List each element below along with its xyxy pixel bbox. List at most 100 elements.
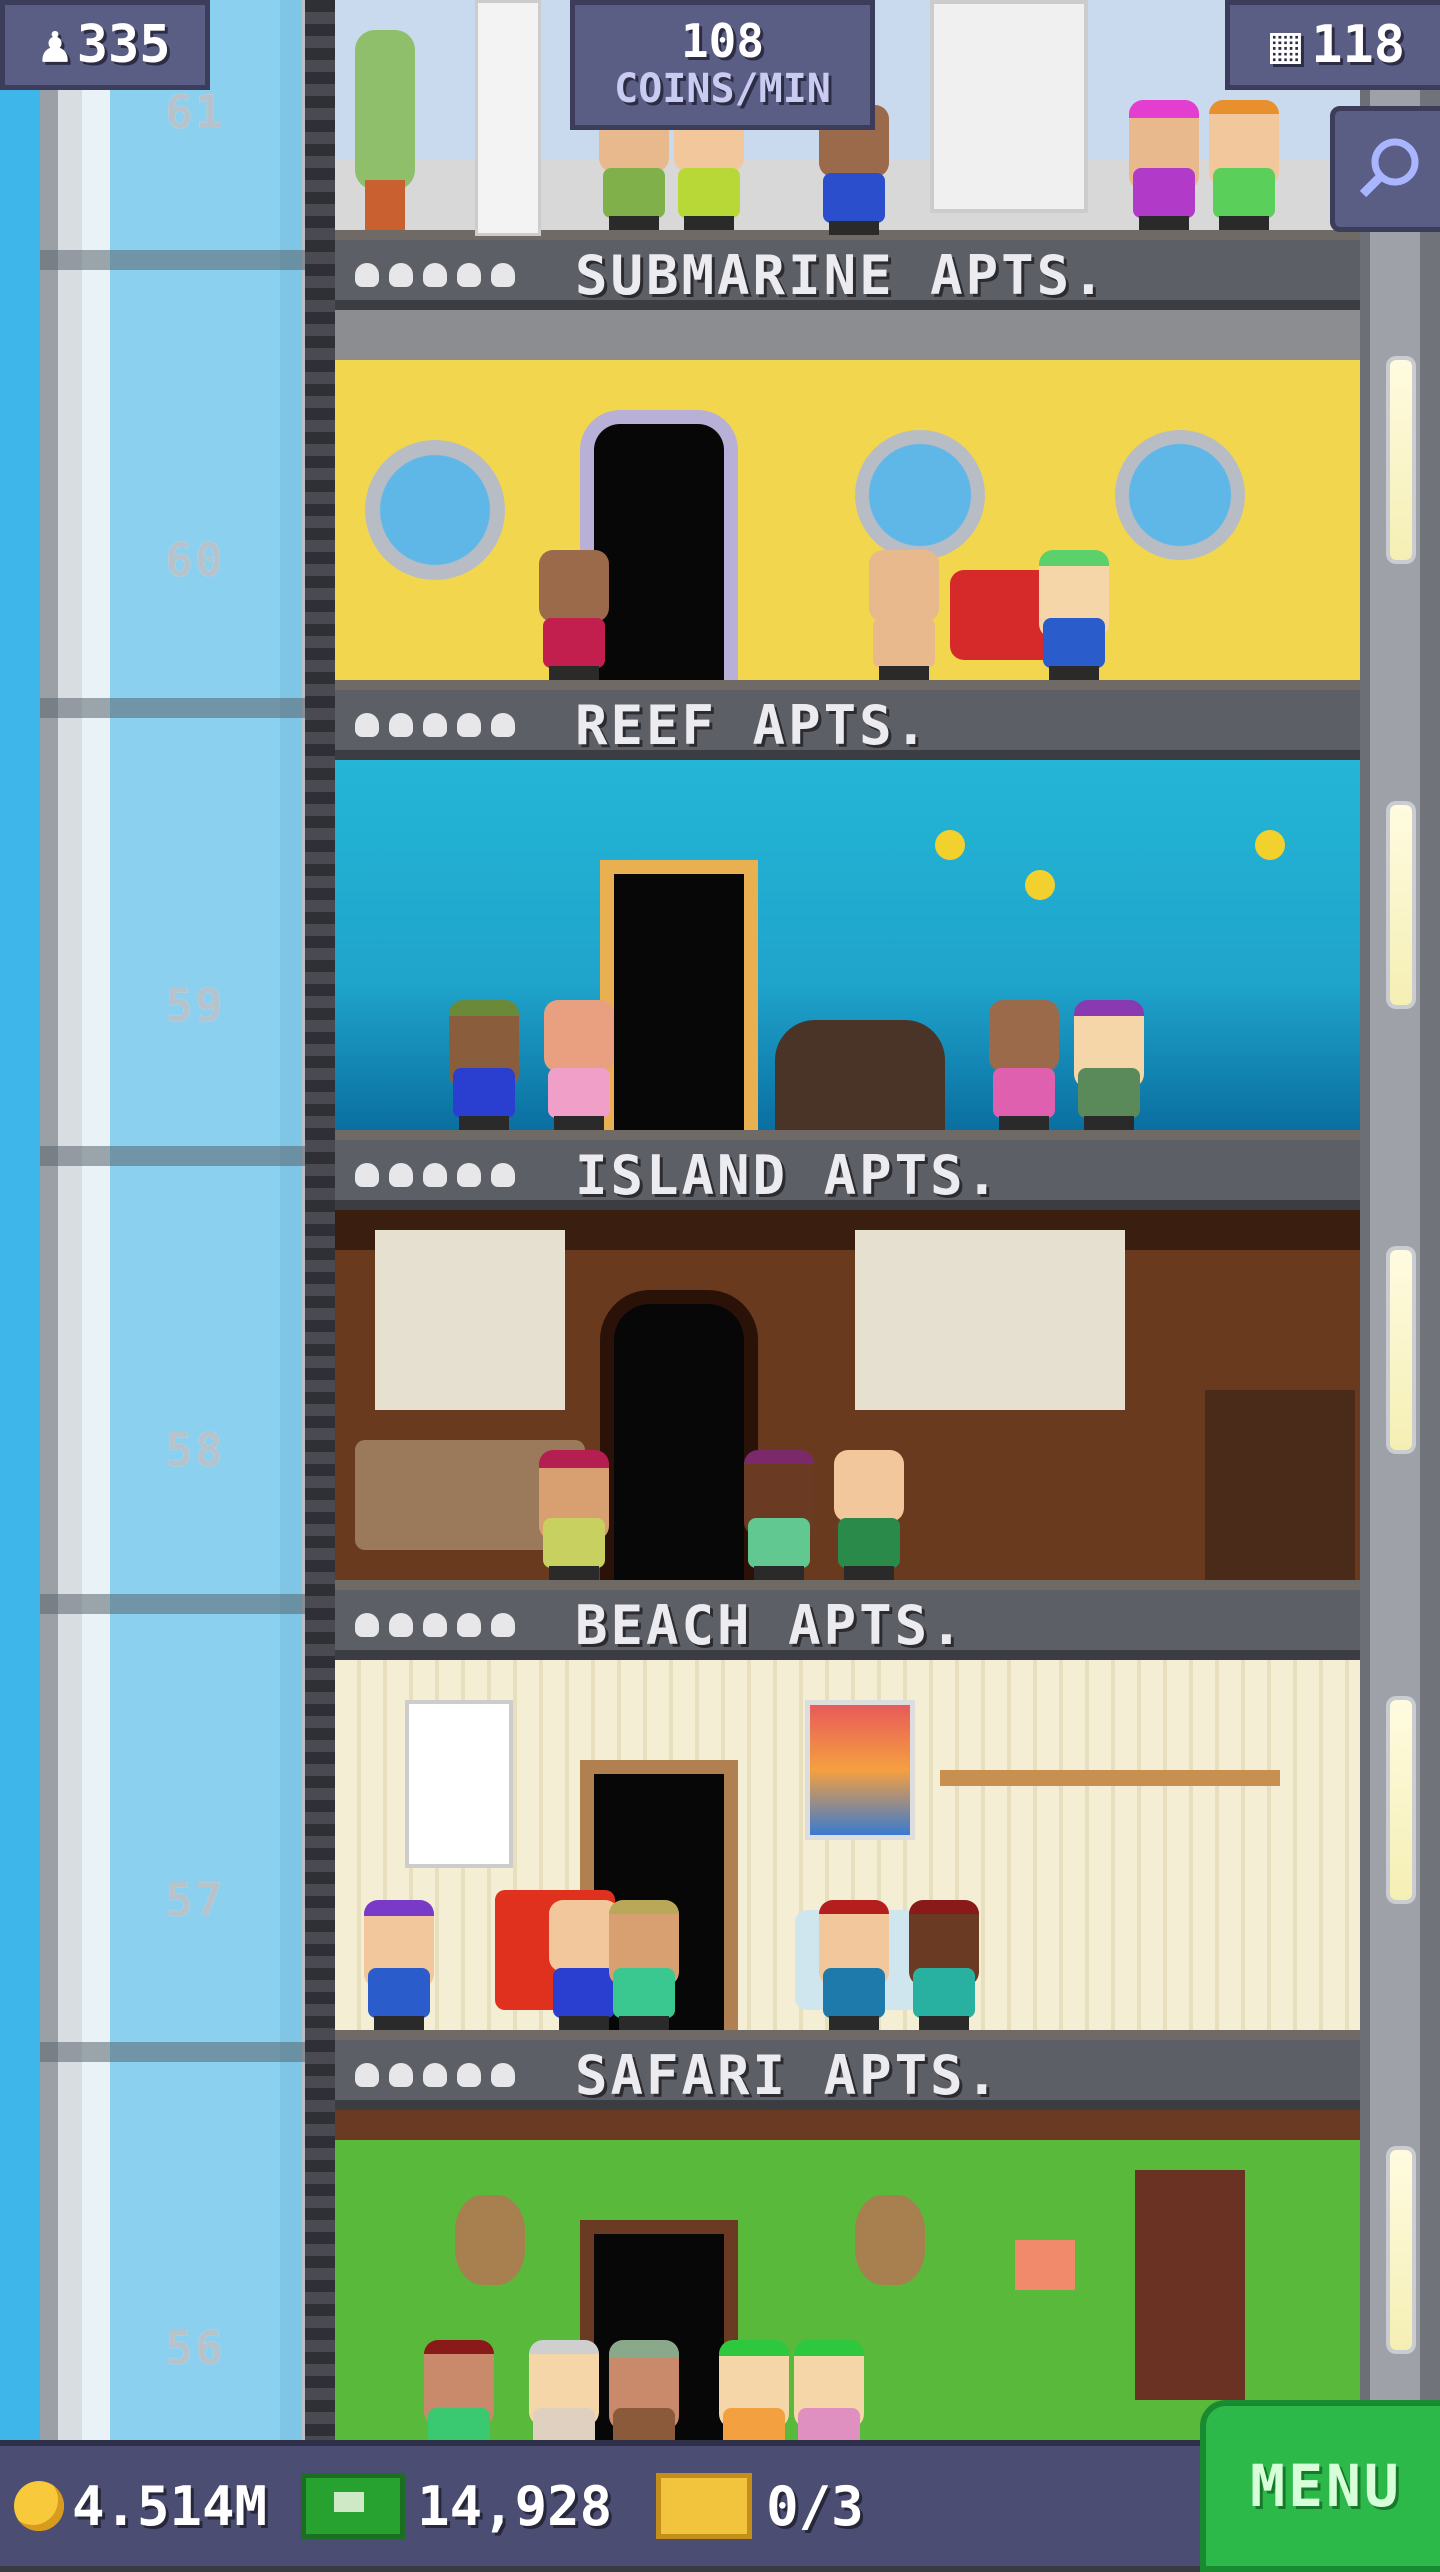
resident[interactable] [905,1900,983,2030]
floor-room[interactable] [335,2110,1360,2440]
pillar-icon [475,0,541,236]
resident[interactable] [445,1000,523,1130]
elevator-door [600,860,758,1130]
resident[interactable] [1070,1000,1148,1130]
shaft-floor-number: 58 [165,1423,225,1477]
fish-icon [935,830,965,860]
resident[interactable] [985,1000,1063,1130]
golden-ticket-icon [656,2473,753,2539]
pot-icon [365,180,405,230]
shutter-icon [1135,2170,1245,2400]
resident[interactable] [815,1900,893,2030]
resident[interactable] [525,2340,603,2440]
coins-per-min-display: 108 COINS/MIN [570,0,875,130]
floor-beach[interactable]: BEACH APTS. [335,1590,1360,2040]
shaft-floor-number: 56 [165,2321,225,2375]
resident[interactable] [790,2340,868,2440]
walrus-icon [775,1020,945,1130]
floor-label-bar: BEACH APTS. [335,1590,1360,1660]
resident[interactable] [1125,100,1203,230]
mask-icon [455,2195,525,2285]
resident[interactable] [1035,550,1113,680]
floor-room[interactable] [335,310,1360,690]
shaft-floor-number: 57 [165,1873,225,1927]
tickets-balance[interactable]: 0/3 [626,2473,864,2539]
floor-name: REEF APTS. [575,693,931,757]
floor-name: SAFARI APTS. [575,2043,1002,2107]
resident[interactable] [540,1000,618,1130]
residents-counter[interactable]: ♟ 335 [0,0,210,90]
floor-room[interactable] [335,1660,1360,2040]
cabinet-icon [1205,1390,1355,1580]
resident[interactable] [420,2340,498,2440]
floor-safari[interactable]: SAFARI APTS. [335,2040,1360,2440]
resident[interactable] [360,1900,438,2030]
lamp-icon [1015,2240,1075,2290]
resident[interactable] [830,1450,908,1580]
fish-icon [1255,830,1285,860]
fish-icon [1025,870,1055,900]
floor-reef[interactable]: REEF APTS. [335,690,1360,1140]
resident[interactable] [1205,100,1283,230]
floor-label-bar: REEF APTS. [335,690,1360,760]
sky-background [0,0,40,2560]
resident[interactable] [865,550,943,680]
ceiling-beam [335,2110,1360,2140]
floors-counter[interactable]: ▦ 118 [1225,0,1440,90]
floor-label-bar: SAFARI APTS. [335,2040,1360,2110]
coins-per-min-value: 108 [680,14,765,68]
window-light [1390,360,1412,560]
magnifier-icon [1359,138,1419,198]
floor-name: SUBMARINE APTS. [575,243,1108,307]
person-icon: ♟ [39,15,71,75]
resident-slots-icon [355,2063,555,2087]
window-icon [375,1230,565,1410]
resident-slots-icon [355,263,555,287]
bux-icon [301,2473,406,2539]
floor-room[interactable] [335,760,1360,1140]
floor-name: ISLAND APTS. [575,1143,1002,1207]
floor-submarine[interactable]: SUBMARINE APTS. [335,240,1360,690]
coins-balance[interactable]: 4.514M [14,2475,267,2538]
resident[interactable] [715,2340,793,2440]
window-light [1390,1250,1412,1450]
shelf-icon [940,1770,1280,1786]
bookshelf-icon [930,0,1088,213]
shaft-floor-number: 61 [165,85,225,139]
elevator-shaft[interactable] [40,0,335,2440]
bux-balance[interactable]: 14,928 [281,2473,612,2539]
resident-slots-icon [355,713,555,737]
window-light [1390,1700,1412,1900]
window-light [1390,805,1412,1005]
shaft-floor-number: 60 [165,533,225,587]
zoom-button[interactable] [1330,106,1440,232]
mask-icon [855,2195,925,2285]
porthole-icon [855,430,985,560]
shaft-floor-number: 59 [165,978,225,1032]
resident[interactable] [605,2340,683,2440]
building-icon: ▦ [1269,15,1302,75]
resident[interactable] [535,550,613,680]
porthole-icon [1115,430,1245,560]
sunset-painting-icon [805,1700,915,1840]
elevator-rail [305,0,335,2440]
resident[interactable] [535,1450,613,1580]
window-shutter-icon [405,1700,513,1868]
porthole-icon [365,440,505,580]
menu-button[interactable]: MENU [1200,2400,1440,2572]
resident[interactable] [605,1900,683,2030]
elevator-door [600,1290,758,1580]
floor-label-bar: ISLAND APTS. [335,1140,1360,1210]
window-light [1390,2150,1412,2350]
resident-slots-icon [355,1613,555,1637]
floor-name: BEACH APTS. [575,1593,966,1657]
plant-icon [355,30,415,190]
resident-slots-icon [355,1163,555,1187]
coin-icon [14,2481,64,2531]
floor-island[interactable]: ISLAND APTS. [335,1140,1360,1590]
floor-label-bar: SUBMARINE APTS. [335,240,1360,310]
resident[interactable] [740,1450,818,1580]
coins-per-min-label: COINS/MIN [614,66,831,112]
floor-room[interactable] [335,1210,1360,1590]
window-icon [855,1230,1125,1410]
